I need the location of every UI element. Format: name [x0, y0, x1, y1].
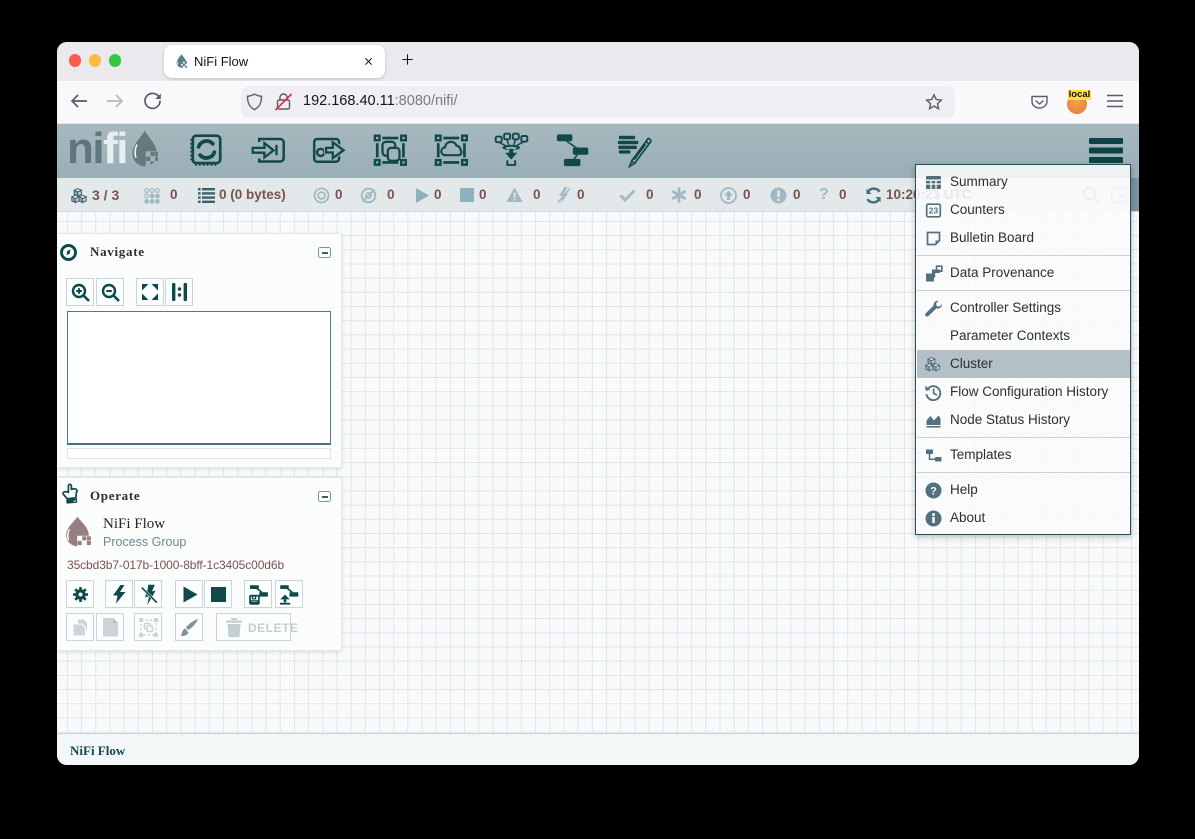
svg-text:?: ? — [930, 485, 937, 497]
svg-text:23: 23 — [929, 205, 939, 215]
